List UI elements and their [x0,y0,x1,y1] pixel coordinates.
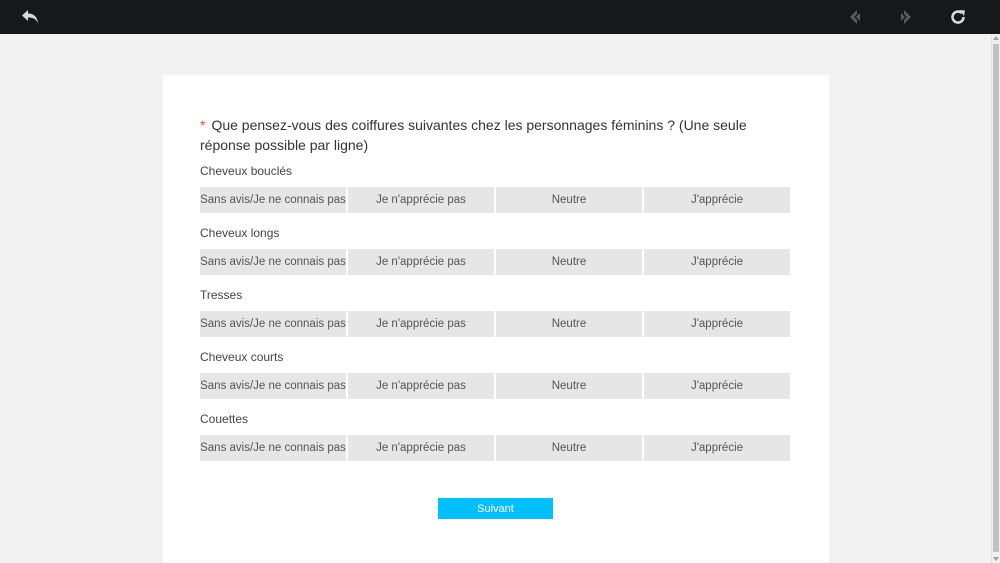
undo-arrow-icon[interactable] [19,5,43,29]
option-like[interactable]: J'apprécie [644,187,790,213]
option-neutral[interactable]: Neutre [496,311,642,337]
reload-icon[interactable] [946,5,970,29]
scroll-up-icon[interactable] [993,36,999,40]
matrix-row: Tresses Sans avis/Je ne connais pas Je n… [200,287,792,337]
required-marker: * [200,117,206,133]
option-like[interactable]: J'apprécie [644,435,790,461]
option-group: Sans avis/Je ne connais pas Je n'appréci… [200,187,792,213]
row-label: Couettes [200,412,249,426]
option-neutral[interactable]: Neutre [496,187,642,213]
option-like[interactable]: J'apprécie [644,373,790,399]
option-dislike[interactable]: Je n'apprécie pas [348,311,494,337]
option-neutral[interactable]: Neutre [496,435,642,461]
option-dislike[interactable]: Je n'apprécie pas [348,435,494,461]
matrix-row: Cheveux longs Sans avis/Je ne connais pa… [200,225,792,275]
option-group: Sans avis/Je ne connais pas Je n'appréci… [200,311,792,337]
chevron-left-icon[interactable] [843,5,867,29]
option-no-opinion[interactable]: Sans avis/Je ne connais pas [200,249,346,275]
option-neutral[interactable]: Neutre [496,249,642,275]
option-dislike[interactable]: Je n'apprécie pas [348,373,494,399]
row-label: Cheveux bouclés [200,164,293,178]
option-no-opinion[interactable]: Sans avis/Je ne connais pas [200,373,346,399]
option-no-opinion[interactable]: Sans avis/Je ne connais pas [200,435,346,461]
question-text: * Que pensez-vous des coiffures suivantes… [200,115,800,155]
chevron-right-icon[interactable] [894,5,918,29]
option-group: Sans avis/Je ne connais pas Je n'appréci… [200,249,792,275]
next-button[interactable]: Suivant [438,498,553,519]
row-label: Cheveux longs [200,226,280,240]
option-like[interactable]: J'apprécie [644,311,790,337]
scroll-down-icon[interactable] [993,557,999,561]
question-label: Que pensez-vous des coiffures suivantes … [200,117,747,153]
option-like[interactable]: J'apprécie [644,249,790,275]
scrollbar[interactable] [991,34,1000,563]
option-no-opinion[interactable]: Sans avis/Je ne connais pas [200,187,346,213]
row-label: Cheveux courts [200,350,284,364]
survey-card: * Que pensez-vous des coiffures suivantes… [163,75,829,563]
option-group: Sans avis/Je ne connais pas Je n'appréci… [200,435,792,461]
matrix-row: Couettes Sans avis/Je ne connais pas Je … [200,411,792,461]
browser-toolbar [0,0,1000,34]
matrix-row: Cheveux courts Sans avis/Je ne connais p… [200,349,792,399]
matrix-row: Cheveux bouclés Sans avis/Je ne connais … [200,163,792,213]
row-label: Tresses [200,288,243,302]
option-no-opinion[interactable]: Sans avis/Je ne connais pas [200,311,346,337]
option-dislike[interactable]: Je n'apprécie pas [348,249,494,275]
option-neutral[interactable]: Neutre [496,373,642,399]
scroll-thumb[interactable] [993,44,999,552]
option-group: Sans avis/Je ne connais pas Je n'appréci… [200,373,792,399]
option-dislike[interactable]: Je n'apprécie pas [348,187,494,213]
